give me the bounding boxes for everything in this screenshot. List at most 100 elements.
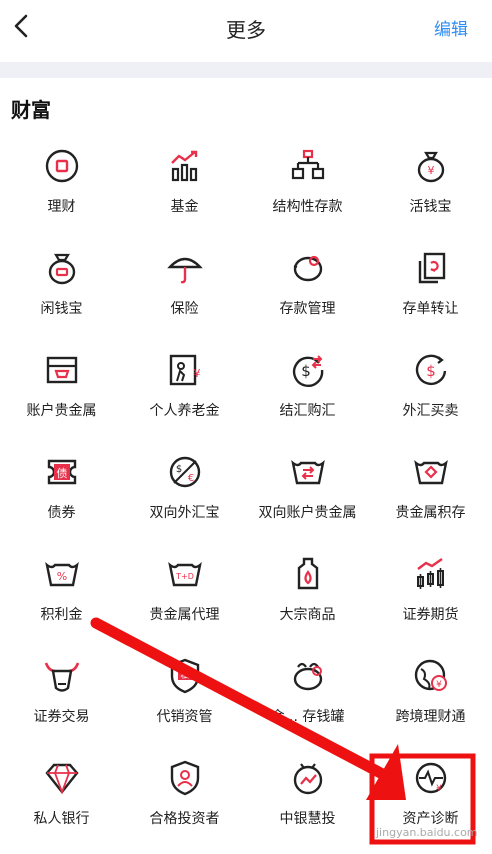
grid-item[interactable]: 证券交易 bbox=[0, 650, 123, 752]
bond-icon: 债 bbox=[43, 453, 81, 491]
svg-text:T+D: T+D bbox=[175, 572, 194, 581]
money-bag-icon bbox=[43, 249, 81, 287]
globe-yen-icon: ¥ bbox=[412, 657, 450, 695]
grid-item-label: 资产诊断 bbox=[402, 811, 459, 827]
grid-item[interactable]: ¥ 跨境理财通 bbox=[369, 650, 492, 752]
grid-item-label: 结构性存款 bbox=[272, 199, 343, 215]
grid-item[interactable]: 中银慧投 bbox=[246, 752, 369, 854]
svg-text:私: 私 bbox=[180, 670, 189, 681]
grid-item[interactable]: $ 结汇购汇 bbox=[246, 344, 369, 446]
piggy-icon bbox=[289, 657, 327, 695]
svg-text:¥: ¥ bbox=[427, 164, 434, 177]
square-coin-icon bbox=[43, 147, 81, 185]
grid-item-label: 存单转让 bbox=[402, 301, 459, 317]
grid-item[interactable]: 存单转让 bbox=[369, 242, 492, 344]
candlestick-icon bbox=[412, 555, 450, 593]
page-title: 更多 bbox=[226, 18, 266, 42]
grid-item-label: 大宗商品 bbox=[279, 607, 336, 623]
grid-item[interactable]: 证券期货 bbox=[369, 548, 492, 650]
grid-item-label: 结汇购汇 bbox=[279, 403, 336, 419]
gold-box-icon bbox=[43, 351, 81, 389]
umbrella-icon bbox=[166, 249, 204, 287]
svg-text:¥: ¥ bbox=[436, 680, 442, 690]
grid-item[interactable]: T+D 贵金属代理 bbox=[123, 548, 246, 650]
ingot-diamond-icon bbox=[412, 453, 450, 491]
ingot-td-icon: T+D bbox=[166, 555, 204, 593]
grid-item-label: 证券交易 bbox=[33, 709, 90, 725]
grid-item[interactable]: 私 代销资管 bbox=[123, 650, 246, 752]
ingot-exchange-icon bbox=[289, 453, 327, 491]
grid-item-label: 存款管理 bbox=[279, 301, 336, 317]
hierarchy-icon bbox=[289, 147, 327, 185]
grid-item-label: 中银慧投 bbox=[279, 811, 336, 827]
grid-item-label: 贵金属代理 bbox=[149, 607, 220, 623]
dollar-exchange-icon: $ bbox=[289, 351, 327, 389]
grid-item[interactable]: 结构性存款 bbox=[246, 140, 369, 242]
grid-item[interactable]: 基金 bbox=[123, 140, 246, 242]
private-shield-icon: 私 bbox=[166, 657, 204, 695]
wealth-grid: 理财 基金 结构性存款 ¥ 活钱宝 闲钱宝 保险 存款管理 存单转让 账户贵金属… bbox=[0, 140, 492, 854]
svg-text:€: € bbox=[187, 473, 193, 484]
bar-trend-icon bbox=[166, 147, 204, 185]
grid-item[interactable]: 账户贵金属 bbox=[0, 344, 123, 446]
grid-item-label: 外汇买卖 bbox=[402, 403, 459, 419]
svg-text:$: $ bbox=[301, 362, 311, 380]
top-nav-bar: 更多 编辑 bbox=[0, 0, 492, 60]
asset-diagnosis-icon: ¥ bbox=[412, 759, 450, 797]
svg-text:$: $ bbox=[426, 362, 436, 380]
grid-item-label: 债券 bbox=[47, 505, 76, 521]
grid-item-label: 闲钱宝 bbox=[40, 301, 83, 317]
grid-item[interactable]: $ € 双向外汇宝 bbox=[123, 446, 246, 548]
grid-item-label: 双向账户贵金属 bbox=[258, 505, 357, 521]
grid-item[interactable]: 理财 bbox=[0, 140, 123, 242]
svg-text:¥: ¥ bbox=[193, 367, 200, 380]
grid-item-label: 跨境理财通 bbox=[395, 709, 466, 725]
grid-item-label: 合格投资者 bbox=[149, 811, 220, 827]
svg-text:¥: ¥ bbox=[436, 784, 442, 794]
investor-shield-icon bbox=[166, 759, 204, 797]
diamond-icon bbox=[43, 759, 81, 797]
grid-item-label: 证券期货 bbox=[402, 607, 459, 623]
grid-item[interactable]: 债 债券 bbox=[0, 446, 123, 548]
grid-item[interactable]: % 积利金 bbox=[0, 548, 123, 650]
grid-item-label: 私人银行 bbox=[33, 811, 90, 827]
svg-text:$: $ bbox=[175, 464, 181, 475]
watermark-text: jingyan.baidu.com bbox=[376, 826, 478, 839]
ingot-percent-icon: % bbox=[43, 555, 81, 593]
grid-item[interactable]: 双向账户贵金属 bbox=[246, 446, 369, 548]
grid-item[interactable]: 保险 bbox=[123, 242, 246, 344]
edit-button[interactable]: 编辑 bbox=[434, 15, 468, 40]
certificate-transfer-icon bbox=[412, 249, 450, 287]
grid-item-label: 个人养老金 bbox=[149, 403, 220, 419]
svg-text:%: % bbox=[56, 570, 66, 583]
smart-invest-icon bbox=[289, 759, 327, 797]
grid-item[interactable]: ¥ 个人养老金 bbox=[123, 344, 246, 446]
dollar-cycle-icon: $ bbox=[412, 351, 450, 389]
section-title-wealth: 财富 bbox=[11, 98, 51, 122]
grid-item[interactable]: 大宗商品 bbox=[246, 548, 369, 650]
grid-item-label: 贵金属积存 bbox=[395, 505, 466, 521]
section-divider bbox=[0, 62, 492, 78]
grid-item[interactable]: $ 外汇买卖 bbox=[369, 344, 492, 446]
grid-item[interactable]: ¥ 活钱宝 bbox=[369, 140, 492, 242]
grid-item-label: 账户贵金属 bbox=[26, 403, 97, 419]
yen-bag-icon: ¥ bbox=[412, 147, 450, 185]
grid-item[interactable]: 私人银行 bbox=[0, 752, 123, 854]
grid-item[interactable]: 存款管理 bbox=[246, 242, 369, 344]
grid-item-label: 理财 bbox=[47, 199, 76, 215]
pension-icon: ¥ bbox=[166, 351, 204, 389]
grid-item-label: 基金 bbox=[170, 199, 199, 215]
grid-item[interactable]: 金... 存钱罐 bbox=[246, 650, 369, 752]
grid-item[interactable]: 闲钱宝 bbox=[0, 242, 123, 344]
grid-item-label: 金... 存钱罐 bbox=[270, 709, 345, 725]
svg-text:债: 债 bbox=[56, 466, 67, 480]
grid-item[interactable]: 合格投资者 bbox=[123, 752, 246, 854]
piggy-bank-icon bbox=[289, 249, 327, 287]
grid-item-label: 双向外汇宝 bbox=[149, 505, 220, 521]
bull-icon bbox=[43, 657, 81, 695]
grid-item[interactable]: 贵金属积存 bbox=[369, 446, 492, 548]
oil-bottle-icon bbox=[289, 555, 327, 593]
dollar-euro-icon: $ € bbox=[166, 453, 204, 491]
grid-item-label: 保险 bbox=[170, 301, 199, 317]
grid-item-label: 代销资管 bbox=[156, 709, 213, 725]
